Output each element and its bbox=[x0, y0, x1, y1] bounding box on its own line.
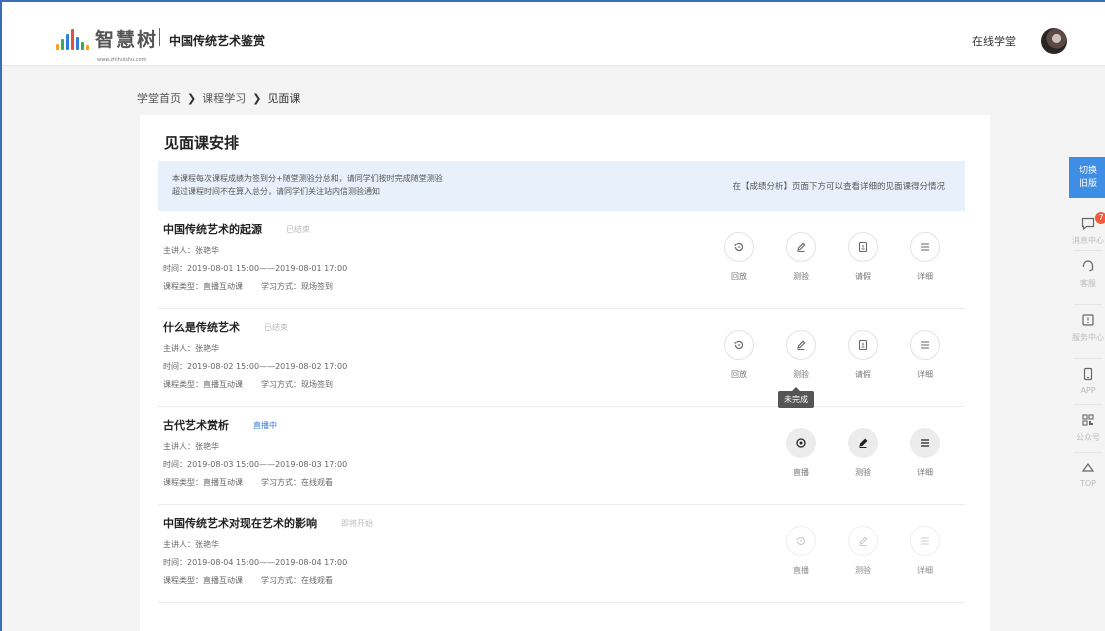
replay-button[interactable]: 回放 bbox=[719, 232, 759, 282]
live-icon bbox=[796, 438, 806, 448]
detail-button[interactable]: 详细 bbox=[905, 330, 945, 380]
message-icon bbox=[1081, 217, 1095, 230]
session-type: 课程类型：直播互动课 学习方式：现场签到 bbox=[163, 380, 333, 389]
session-time: 时间：2019-08-03 15:00——2019-08-03 17:00 bbox=[163, 460, 348, 469]
sidebar-divider bbox=[1074, 250, 1102, 251]
breadcrumb-course-study[interactable]: 课程学习 bbox=[202, 90, 246, 106]
session-title: 古代艺术赏析 直播中 bbox=[163, 419, 277, 432]
chevron-right-icon: ❯ bbox=[252, 91, 262, 105]
session-item: 古代艺术赏析 直播中 主讲人：张艳华 时间：2019-08-03 15:00——… bbox=[158, 407, 965, 505]
sidebar-item-back-to-top[interactable]: TOP bbox=[1069, 458, 1105, 488]
meeting-schedule-card: 见面课安排 本课程每次课程成绩为签到分+随堂测验分总和，请同学们按时完成随堂测验… bbox=[140, 115, 990, 631]
detail-button[interactable]: 详细 bbox=[905, 526, 945, 576]
switch-old-version-button[interactable]: 切换 旧版 bbox=[1069, 157, 1105, 198]
header-divider bbox=[159, 28, 160, 46]
qr-code-icon bbox=[1082, 414, 1094, 426]
quiz-button[interactable]: 测验 bbox=[781, 330, 821, 380]
course-title: 中国传统艺术鉴赏 bbox=[169, 34, 266, 48]
page-title: 见面课安排 bbox=[164, 134, 240, 152]
quiz-button[interactable]: 测验 bbox=[843, 526, 883, 576]
leave-button[interactable]: 请假 bbox=[843, 232, 883, 282]
session-status: 已结束 bbox=[264, 322, 288, 332]
sidebar-divider bbox=[1074, 452, 1102, 453]
session-speaker: 主讲人：张艳华 bbox=[163, 344, 219, 353]
headset-icon bbox=[1082, 260, 1094, 272]
arrow-up-icon bbox=[1081, 462, 1095, 472]
logo-bars-icon bbox=[56, 28, 89, 50]
detail-button[interactable]: 详细 bbox=[905, 232, 945, 282]
quiz-button[interactable]: 测验 bbox=[843, 428, 883, 478]
list-icon bbox=[921, 439, 929, 447]
message-count-badge: 7 bbox=[1095, 212, 1105, 224]
user-avatar[interactable] bbox=[1041, 28, 1067, 54]
session-title: 什么是传统艺术 已结束 bbox=[163, 321, 288, 334]
document-icon bbox=[858, 339, 868, 351]
info-box-icon bbox=[1082, 314, 1094, 326]
session-time: 时间：2019-08-02 15:00——2019-08-02 17:00 bbox=[163, 362, 348, 371]
session-item: 中国传统艺术的起源 已结束 主讲人：张艳华 时间：2019-08-01 15:0… bbox=[158, 211, 965, 309]
breadcrumb: 学堂首页 ❯ 课程学习 ❯ 见面课 bbox=[137, 90, 300, 106]
sidebar-divider bbox=[1074, 304, 1102, 305]
notice-score-hint: 在【成绩分析】页面下方可以查看详细的见面课得分情况 bbox=[732, 182, 945, 192]
session-speaker: 主讲人：张艳华 bbox=[163, 442, 219, 451]
session-item: 什么是传统艺术 已结束 主讲人：张艳华 时间：2019-08-02 15:00—… bbox=[158, 309, 965, 407]
quiz-status-tooltip: 未完成 bbox=[778, 387, 814, 408]
detail-button[interactable]: 详细 bbox=[905, 428, 945, 478]
pencil-icon bbox=[859, 536, 868, 546]
breadcrumb-current: 见面课 bbox=[267, 92, 301, 105]
document-icon bbox=[858, 241, 868, 253]
online-school-link[interactable]: 在线学堂 bbox=[972, 33, 1016, 49]
replay-button[interactable]: 回放 bbox=[719, 330, 759, 380]
top-bar: 智慧树 www.zhihuishu.com 中国传统艺术鉴赏 在线学堂 bbox=[2, 2, 1105, 66]
notice-banner: 本课程每次课程成绩为签到分+随堂测验分总和，请同学们按时完成随堂测验 超过课程时… bbox=[158, 161, 965, 211]
live-button[interactable]: 直播 bbox=[781, 428, 821, 478]
quiz-button[interactable]: 测验 bbox=[781, 232, 821, 282]
session-speaker: 主讲人：张艳华 bbox=[163, 540, 219, 549]
sidebar-item-service-center[interactable]: 服务中心 bbox=[1069, 311, 1105, 343]
session-speaker: 主讲人：张艳华 bbox=[163, 246, 219, 255]
sidebar-item-support[interactable]: 客服 bbox=[1069, 257, 1105, 289]
session-type: 课程类型：直播互动课 学习方式：在线观看 bbox=[163, 478, 333, 487]
pencil-icon bbox=[797, 242, 806, 252]
notice-text: 本课程每次课程成绩为签到分+随堂测验分总和，请同学们按时完成随堂测验 超过课程时… bbox=[172, 174, 443, 196]
logo[interactable]: 智慧树 www.zhihuishu.com bbox=[56, 24, 158, 63]
session-type: 课程类型：直播互动课 学习方式：现场签到 bbox=[163, 282, 333, 291]
session-title: 中国传统艺术对现在艺术的影响 即将开始 bbox=[163, 517, 373, 530]
session-status-live: 直播中 bbox=[253, 420, 277, 430]
session-status: 已结束 bbox=[286, 224, 310, 234]
list-icon bbox=[921, 341, 929, 349]
sidebar-divider bbox=[1074, 404, 1102, 405]
session-type: 课程类型：直播互动课 学习方式：在线观看 bbox=[163, 576, 333, 585]
replay-icon bbox=[796, 536, 806, 546]
list-icon bbox=[921, 537, 929, 545]
pencil-icon bbox=[859, 438, 868, 448]
sidebar-item-app[interactable]: APP bbox=[1069, 365, 1105, 395]
breadcrumb-home[interactable]: 学堂首页 bbox=[137, 90, 181, 106]
sidebar-item-wechat[interactable]: 公众号 bbox=[1069, 411, 1105, 443]
session-time: 时间：2019-08-04 15:00——2019-08-04 17:00 bbox=[163, 558, 348, 567]
phone-icon bbox=[1083, 367, 1093, 381]
session-time: 时间：2019-08-01 15:00——2019-08-01 17:00 bbox=[163, 264, 348, 273]
logo-text: 智慧树 www.zhihuishu.com bbox=[95, 30, 158, 63]
chevron-right-icon: ❯ bbox=[187, 91, 197, 105]
app-frame: 智慧树 www.zhihuishu.com 中国传统艺术鉴赏 在线学堂 学堂首页… bbox=[0, 0, 1105, 631]
leave-button[interactable]: 请假 bbox=[843, 330, 883, 380]
live-button[interactable]: 直播 bbox=[781, 526, 821, 576]
list-icon bbox=[921, 243, 929, 251]
session-item: 中国传统艺术对现在艺术的影响 即将开始 主讲人：张艳华 时间：2019-08-0… bbox=[158, 505, 965, 603]
replay-icon bbox=[734, 340, 744, 350]
session-status: 即将开始 bbox=[341, 518, 373, 528]
logo-url: www.zhihuishu.com bbox=[97, 57, 147, 63]
sidebar-divider bbox=[1074, 358, 1102, 359]
session-title: 中国传统艺术的起源 已结束 bbox=[163, 223, 310, 236]
replay-icon bbox=[734, 242, 744, 252]
pencil-icon bbox=[797, 340, 806, 350]
